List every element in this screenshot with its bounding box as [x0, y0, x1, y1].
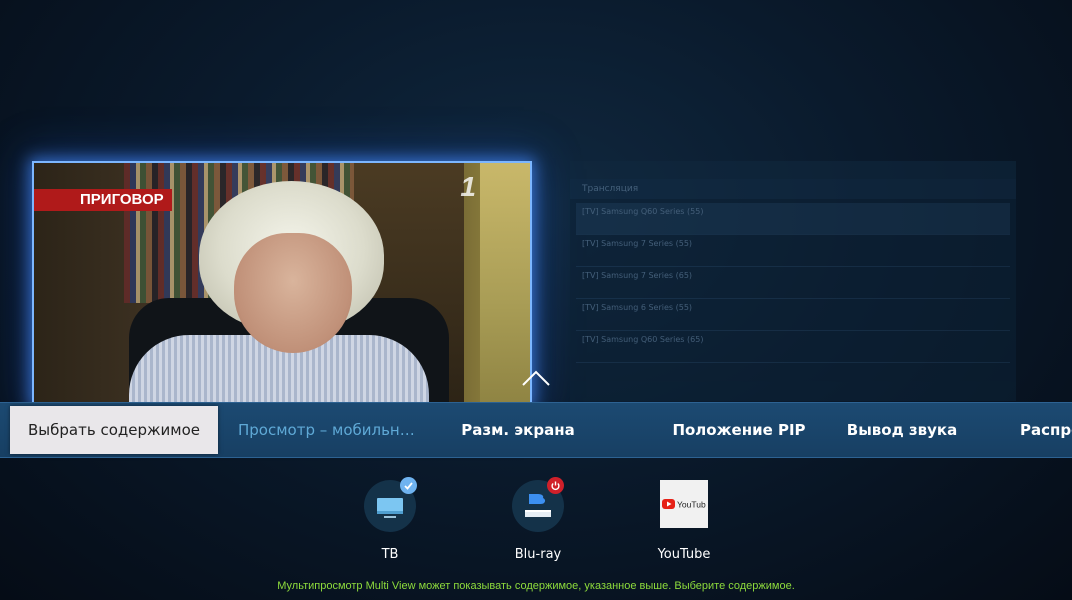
mirror-heading: Трансляция	[570, 179, 1016, 199]
menu-sound-output[interactable]: Вывод звука	[836, 403, 968, 457]
source-label: ТВ	[381, 547, 399, 562]
mobile-mirror-screen[interactable]: Трансляция [TV] Samsung Q60 Series (55) …	[570, 161, 1016, 401]
menu-screen-size[interactable]: Разм. экрана	[440, 403, 596, 457]
mirror-device-list: [TV] Samsung Q60 Series (55) [TV] Samsun…	[570, 199, 1016, 367]
hint-text: Мультипросмотр Multi View может показыва…	[277, 580, 795, 592]
source-tv[interactable]: ТВ	[340, 474, 440, 570]
menu-view-mobile[interactable]: Просмотр – мобильн…	[238, 403, 415, 457]
source-label: Blu-ray	[514, 547, 562, 562]
source-youtube[interactable]: YouTube YouTube	[634, 474, 734, 570]
channel-logo-icon: 1	[460, 171, 476, 202]
person-face	[234, 233, 352, 353]
mirror-device-row: [TV] Samsung Q60 Series (65)	[576, 331, 1010, 363]
chevron-up-icon[interactable]	[521, 368, 551, 388]
mirror-device-row: [TV] Samsung 7 Series (65)	[576, 267, 1010, 299]
window-background	[480, 163, 530, 403]
youtube-logo-icon: YouTube	[660, 480, 708, 528]
menu-distribution[interactable]: Распред	[1020, 403, 1072, 457]
program-title-tag: ПРИГОВОР	[34, 189, 172, 211]
mirror-statusbar	[570, 161, 1016, 179]
menu-pip-position[interactable]: Положение PIP	[634, 403, 844, 457]
multiview-menu-bar: Выбрать содержимое Просмотр – мобильн… Р…	[0, 402, 1072, 458]
svg-text:YouTube: YouTube	[677, 500, 706, 510]
source-bluray[interactable]: Blu-ray	[488, 474, 588, 570]
mirror-device-row: [TV] Samsung 6 Series (55)	[576, 299, 1010, 331]
mirror-device-row: [TV] Samsung Q60 Series (55)	[576, 203, 1010, 235]
tv-view-screen[interactable]: ПРИГОВОР 1	[32, 161, 532, 406]
menu-select-content[interactable]: Выбрать содержимое	[10, 406, 218, 454]
power-badge-icon	[547, 477, 564, 494]
source-label: YouTube	[657, 547, 711, 562]
mirror-device-row: [TV] Samsung 7 Series (55)	[576, 235, 1010, 267]
check-badge-icon	[400, 477, 417, 494]
